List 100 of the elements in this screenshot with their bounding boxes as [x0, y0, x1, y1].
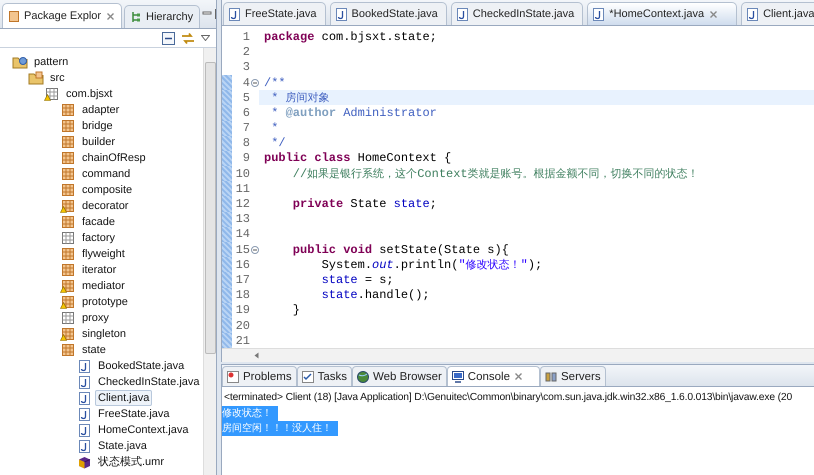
- tree-item[interactable]: BookedState.java: [95, 358, 188, 374]
- minimize-icon: [202, 9, 212, 17]
- package-icon: [62, 344, 74, 356]
- line-number: 10: [234, 166, 250, 181]
- tree-item[interactable]: CheckedInState.java: [95, 374, 203, 390]
- close-icon: [106, 12, 116, 20]
- line-number: 1: [242, 30, 250, 44]
- package-icon: [62, 232, 74, 244]
- tree-item[interactable]: iterator: [79, 262, 120, 278]
- line-number: 13: [234, 212, 250, 226]
- package-icon: [62, 200, 74, 212]
- tree-item[interactable]: com.bjsxt: [63, 86, 116, 102]
- java-file-icon: [78, 440, 90, 452]
- tree-item[interactable]: command: [79, 166, 134, 182]
- tree-item[interactable]: prototype: [79, 294, 131, 310]
- package-icon: [62, 296, 74, 308]
- code-line: * 房间对象: [270, 90, 330, 106]
- java-file-icon: [747, 8, 758, 21]
- line-number: 15: [234, 242, 250, 257]
- tree-item[interactable]: builder: [79, 134, 118, 150]
- servers-icon: [545, 370, 557, 382]
- tree-item[interactable]: bridge: [79, 118, 116, 134]
- tree-item[interactable]: decorator: [79, 198, 132, 214]
- code-line: */: [270, 136, 286, 150]
- java-file-icon: [593, 8, 604, 21]
- java-file-icon: [78, 360, 90, 372]
- package-icon: [62, 248, 74, 260]
- problems-icon: [227, 370, 239, 382]
- collapse-all-icon: [162, 32, 175, 44]
- editor-tab[interactable]: BookedState.java: [330, 2, 447, 26]
- editor-tab[interactable]: *HomeContext.java: [587, 2, 738, 26]
- tree-item[interactable]: facade: [79, 214, 118, 230]
- panel-tab[interactable]: Problems: [222, 366, 297, 386]
- checklist-icon: [302, 370, 314, 382]
- code-line: state = s;: [320, 272, 394, 287]
- panel-tab[interactable]: Servers: [540, 366, 606, 386]
- java-file-icon: [78, 424, 90, 436]
- fold-icon[interactable]: [250, 246, 258, 254]
- tree-item[interactable]: mediator: [79, 278, 128, 294]
- line-number: 4: [242, 76, 250, 90]
- close-icon: [709, 10, 718, 19]
- tree-item[interactable]: State.java: [95, 438, 150, 454]
- globe-icon: [356, 370, 369, 382]
- panel-tab[interactable]: Tasks: [296, 366, 352, 386]
- tree-item[interactable]: chainOfResp: [79, 150, 149, 166]
- package-icon: [62, 280, 74, 292]
- package-icon: [62, 168, 74, 180]
- tree-item[interactable]: flyweight: [79, 246, 128, 262]
- tree-item[interactable]: adapter: [79, 102, 122, 118]
- link-arrows-icon: [181, 32, 195, 44]
- hierarchy-icon: [131, 11, 142, 23]
- tree-item[interactable]: proxy: [79, 310, 112, 326]
- line-number: 9: [242, 151, 250, 166]
- code-line: //如果是银行系统，这个Context类就是账号。根据金额不同，切换不同的状态！: [292, 166, 699, 182]
- tree-item[interactable]: HomeContext.java: [95, 422, 192, 438]
- cube-icon: [78, 456, 90, 468]
- package-icon: [62, 184, 74, 196]
- project-folder-icon: [12, 55, 28, 69]
- java-file-icon: [78, 408, 90, 420]
- panel-tab[interactable]: Web Browser: [352, 366, 447, 386]
- line-number: 18: [234, 288, 250, 302]
- console-header: <terminated> Client (18) [Java Application] D:\Genuitec\Common\binary\com.sun.java.jdk.win32.x86_1.6.0.013\bin\javaw.exe (20: [223, 391, 794, 405]
- package-icon: [62, 136, 74, 148]
- tree-item[interactable]: Client.java: [95, 390, 152, 406]
- editor-tab[interactable]: FreeState.java: [223, 2, 326, 26]
- editor-tab[interactable]: CheckedInState.java: [450, 2, 584, 26]
- package-icon: [62, 152, 74, 164]
- fold-icon[interactable]: [250, 78, 258, 87]
- code-line: /**: [264, 76, 286, 90]
- line-number: 14: [234, 227, 250, 242]
- tree-item[interactable]: FreeState.java: [95, 406, 173, 422]
- tree-item[interactable]: pattern: [31, 54, 72, 70]
- tree-item[interactable]: factory: [79, 230, 118, 246]
- line-number: 20: [234, 318, 250, 333]
- tree-item[interactable]: composite: [79, 182, 136, 198]
- java-file-icon: [456, 8, 468, 21]
- line-number: 3: [242, 60, 250, 74]
- package-icon: [62, 312, 74, 324]
- line-number: 11: [234, 182, 250, 196]
- view-tab[interactable]: Package Explor: [2, 3, 122, 28]
- tree-item[interactable]: state: [79, 342, 109, 358]
- tree-item[interactable]: singleton: [79, 326, 130, 342]
- tree-item[interactable]: src: [47, 70, 68, 86]
- code-line: private State state;: [292, 197, 437, 212]
- tree-item[interactable]: 状态模式.umr: [95, 454, 167, 470]
- line-number: 5: [242, 90, 250, 105]
- package-icon: [46, 88, 58, 100]
- package-explorer-icon: [9, 10, 19, 22]
- java-file-icon: [78, 376, 90, 388]
- code-line: public void setState(State s){: [292, 242, 509, 257]
- line-number: 17: [234, 272, 250, 287]
- code-line: state.handle();: [320, 288, 430, 302]
- package-icon: [62, 264, 74, 276]
- editor-tab[interactable]: Client.java: [741, 2, 814, 26]
- line-number: 6: [242, 106, 250, 120]
- panel-tab[interactable]: Console: [446, 366, 540, 386]
- code-line: package com.bjsxt.state;: [264, 30, 437, 44]
- view-tab[interactable]: Hierarchy: [124, 5, 200, 28]
- code-line: * @author Administrator: [270, 106, 437, 120]
- source-folder-icon: [28, 71, 44, 85]
